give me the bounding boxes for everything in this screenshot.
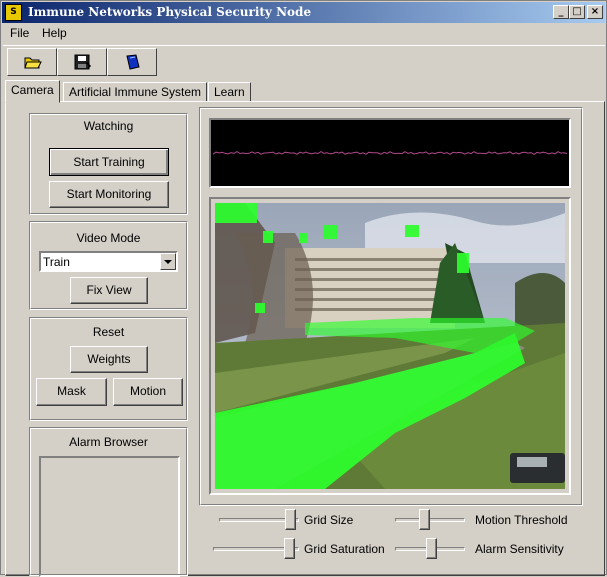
video-mode-value: Train: [43, 255, 70, 269]
signal-trace: [212, 151, 568, 155]
tab-artificial-immune-system[interactable]: Artificial Immune System: [63, 82, 208, 102]
alarm-browser-group: Alarm Browser: [29, 427, 188, 577]
alarm-sensitivity-label: Alarm Sensitivity: [475, 542, 564, 556]
signal-scope: [209, 118, 571, 188]
grid-size-slider[interactable]: [219, 509, 299, 531]
fix-view-button[interactable]: Fix View: [70, 277, 148, 304]
menu-bar: File Help: [3, 23, 605, 43]
grid-size-thumb[interactable]: [285, 509, 296, 530]
grid-saturation-label: Grid Saturation: [304, 542, 385, 556]
motion-threshold-track: [395, 518, 465, 522]
menu-file[interactable]: File: [10, 26, 29, 40]
camera-feed-frame: [209, 197, 571, 495]
reset-label: Reset: [92, 325, 125, 339]
reset-weights-button[interactable]: Weights: [70, 346, 148, 373]
start-monitoring-button[interactable]: Start Monitoring: [49, 181, 169, 208]
close-button[interactable]: ×: [587, 5, 603, 19]
reset-group: Reset Weights Mask Motion: [29, 317, 188, 421]
toolbar: [3, 45, 605, 77]
motion-threshold-thumb[interactable]: [419, 509, 430, 530]
alarm-sensitivity-thumb[interactable]: [426, 538, 437, 559]
video-mode-label: Video Mode: [76, 231, 141, 245]
save-disk-icon: [74, 54, 92, 70]
tab-learn[interactable]: Learn: [208, 82, 251, 102]
grid-saturation-slider[interactable]: [213, 538, 299, 560]
motion-threshold-label: Motion Threshold: [475, 513, 568, 527]
grid-saturation-thumb[interactable]: [284, 538, 295, 559]
alarm-browser-label: Alarm Browser: [69, 435, 148, 449]
application-window: S Immune Networks Physical Security Node…: [0, 0, 607, 577]
book-icon: [126, 54, 140, 70]
book-button[interactable]: [107, 48, 157, 76]
window-title: Immune Networks Physical Security Node: [28, 5, 312, 19]
maximize-button[interactable]: □: [569, 5, 585, 19]
video-mode-select[interactable]: Train: [39, 251, 178, 272]
chevron-down-icon[interactable]: [160, 253, 176, 270]
save-button[interactable]: [57, 48, 107, 76]
grid-size-label: Grid Size: [304, 513, 354, 527]
alarm-sensitivity-slider[interactable]: [395, 538, 465, 560]
motion-threshold-slider[interactable]: [395, 509, 465, 531]
reset-mask-button[interactable]: Mask: [36, 378, 107, 406]
video-mode-group: Video Mode Train Fix View: [29, 221, 188, 310]
minimize-button[interactable]: _: [553, 5, 569, 19]
title-bar[interactable]: S Immune Networks Physical Security Node…: [2, 2, 605, 23]
watching-status-label: Watching: [83, 119, 134, 133]
open-folder-icon: [24, 57, 42, 69]
menu-help[interactable]: Help: [42, 26, 67, 40]
start-training-button[interactable]: Start Training: [49, 148, 169, 176]
alarm-browser-list[interactable]: [39, 456, 180, 577]
training-group: Watching Start Training Start Monitoring: [29, 113, 188, 215]
reset-motion-button[interactable]: Motion: [113, 378, 183, 406]
app-logo-icon: S: [5, 4, 22, 21]
tab-strip: Camera Artificial Immune System Learn: [5, 80, 605, 103]
scope-trace-line: [212, 151, 568, 155]
camera-feed-image[interactable]: [215, 203, 565, 489]
open-button[interactable]: [7, 48, 57, 76]
tab-camera[interactable]: Camera: [5, 80, 60, 103]
